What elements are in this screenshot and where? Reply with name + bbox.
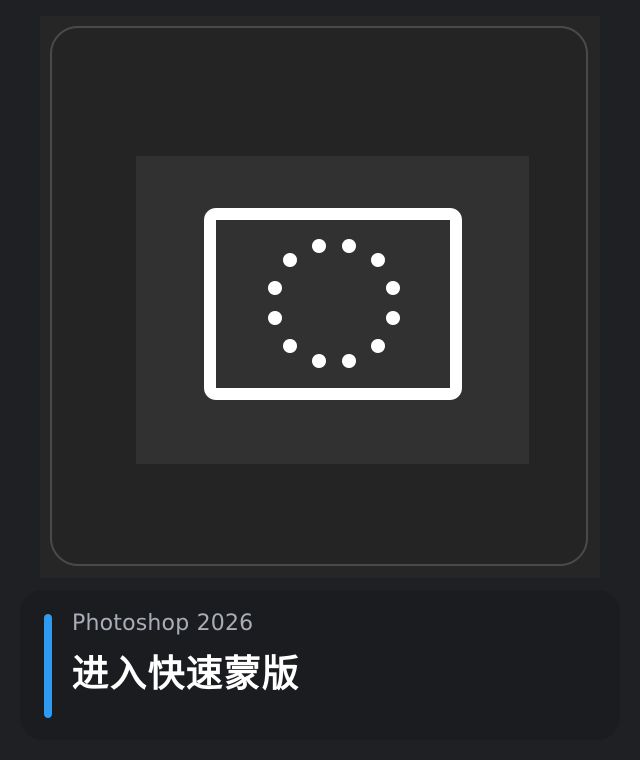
icon-tile bbox=[136, 156, 529, 464]
action-title: 进入快速蒙版 bbox=[72, 652, 300, 695]
app-name: Photoshop 2026 bbox=[72, 611, 254, 636]
caption-panel: Photoshop 2026 进入快速蒙版 bbox=[20, 590, 620, 740]
accent-bar bbox=[44, 614, 52, 718]
icon-preview-panel bbox=[40, 16, 600, 578]
icon-preview-frame bbox=[50, 26, 588, 566]
shortcut-card: Photoshop 2026 进入快速蒙版 bbox=[0, 0, 640, 760]
quick-mask-icon bbox=[204, 208, 462, 400]
